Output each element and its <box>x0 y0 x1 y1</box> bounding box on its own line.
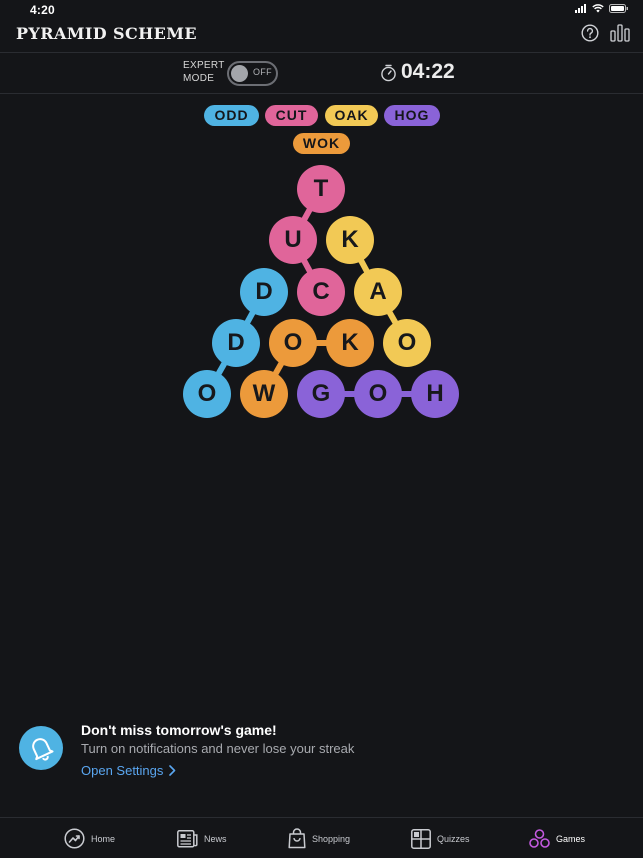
found-word-pill: ODD <box>204 105 259 126</box>
letter-cell[interactable]: O <box>269 319 317 367</box>
expert-mode-toggle[interactable]: OFF <box>227 61 278 86</box>
status-bar: 4:20 <box>0 0 643 20</box>
status-time: 4:20 <box>30 3 55 17</box>
letter-cell[interactable]: W <box>240 370 288 418</box>
wifi-icon <box>592 4 604 13</box>
letter-cell[interactable]: O <box>183 370 231 418</box>
tab-label: Home <box>91 833 116 844</box>
tab-label: Games <box>556 833 586 844</box>
newspaper-icon <box>177 829 198 848</box>
letter-cell[interactable]: K <box>326 319 374 367</box>
app-header: PYRAMID SCHEME <box>0 20 643 53</box>
open-settings-label: Open Settings <box>81 763 164 778</box>
letter-cell[interactable]: G <box>297 370 345 418</box>
bar-chart-icon <box>610 24 630 42</box>
tab-label: Shopping <box>312 833 351 844</box>
letter-cell[interactable]: A <box>354 268 402 316</box>
question-circle-icon <box>581 24 599 42</box>
bell-icon <box>32 738 54 761</box>
page-title: PYRAMID SCHEME <box>16 24 197 43</box>
letter-cell[interactable]: D <box>240 268 288 316</box>
stopwatch-icon <box>381 64 396 82</box>
promo-title: Don't miss tomorrow's game! <box>81 722 277 738</box>
letter-cell[interactable]: O <box>383 319 431 367</box>
letter-cell[interactable]: D <box>212 319 260 367</box>
tab-games[interactable]: Games <box>529 818 585 858</box>
toggle-state-label: OFF <box>253 67 272 77</box>
tab-label: News <box>204 833 227 844</box>
timer-readout: 04:22 <box>401 60 455 83</box>
found-word-pill: HOG <box>384 105 440 126</box>
letter-cell[interactable]: K <box>326 216 374 264</box>
letter-cell[interactable]: U <box>269 216 317 264</box>
found-word-pill: CUT <box>265 105 318 126</box>
tab-label: Quizzes <box>437 833 470 844</box>
battery-icon <box>609 4 628 13</box>
trending-up-icon <box>64 828 85 849</box>
tab-news[interactable]: News <box>177 818 227 858</box>
letter-cell[interactable]: T <box>297 165 345 213</box>
status-icons <box>575 4 629 13</box>
cellular-signal-icon <box>575 4 586 13</box>
help-button[interactable] <box>581 24 599 42</box>
letter-cell[interactable]: C <box>297 268 345 316</box>
expert-mode-label: EXPERT MODE <box>183 60 225 84</box>
bell-badge <box>19 726 63 770</box>
shopping-bag-icon <box>288 828 306 849</box>
tab-quizzes[interactable]: Quizzes <box>411 818 470 858</box>
open-settings-link[interactable]: Open Settings <box>81 763 176 778</box>
notification-promo: Don't miss tomorrow's game! Turn on noti… <box>0 715 643 805</box>
tab-home[interactable]: Home <box>64 818 115 858</box>
quiz-grid-icon <box>411 828 431 849</box>
letter-cell[interactable]: H <box>411 370 459 418</box>
promo-description: Turn on notifications and never lose you… <box>81 741 355 756</box>
bottom-tab-bar: Home News Shopping Quizzes Games <box>0 817 643 858</box>
tab-shopping[interactable]: Shopping <box>288 818 350 858</box>
game-toolbar: EXPERT MODE OFF 04:22 <box>0 53 643 94</box>
found-word-pill: OAK <box>325 105 378 126</box>
chevron-right-icon <box>169 765 176 776</box>
stats-button[interactable] <box>610 24 630 42</box>
games-icon <box>529 829 550 848</box>
toggle-knob <box>231 65 248 82</box>
found-word-pill: WOK <box>293 133 350 154</box>
letter-cell[interactable]: O <box>354 370 402 418</box>
